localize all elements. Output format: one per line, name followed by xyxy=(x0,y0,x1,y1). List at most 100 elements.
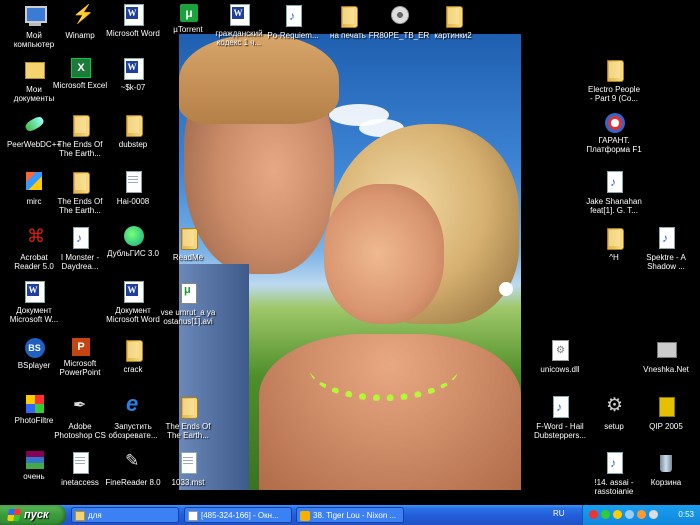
word-icon: W xyxy=(124,281,144,303)
desktop-icon-label: vse umrut_a ya ostanus[1].avi xyxy=(160,308,216,326)
desktop-icon-label: Vneshka.Net xyxy=(643,365,689,374)
note-icon xyxy=(188,511,198,521)
desktop-icon-label: unicows.dll xyxy=(540,365,580,374)
desktop-icon-electro-people[interactable]: Electro People - Part 9 (Co... xyxy=(582,58,646,103)
word-icon: W xyxy=(230,4,250,26)
desktop-icon-korzina[interactable]: Корзина xyxy=(634,451,698,487)
audio-icon xyxy=(549,395,571,419)
trash-icon xyxy=(655,451,677,475)
task-okn-button[interactable]: [485-324-166] - Окн... xyxy=(184,507,292,523)
desktop-icon-label: Electro People - Part 9 (Co... xyxy=(587,85,641,103)
desktop[interactable]: Мой компьютер Мои документы PeerWebDC++ mir… xyxy=(0,0,700,505)
folder-icon xyxy=(177,395,199,419)
audio-icon xyxy=(603,451,625,475)
p2p-icon xyxy=(23,113,45,137)
doc-icon xyxy=(122,170,144,194)
task-label: [485-324-166] - Окн... xyxy=(201,511,279,520)
word-icon: W xyxy=(25,281,45,303)
folder-icon xyxy=(75,511,85,521)
start-label: пуск xyxy=(24,509,49,521)
task-tiger-button[interactable]: 38. Tiger Lou - Nixon ... xyxy=(296,507,404,523)
white-flower xyxy=(499,282,513,296)
desktop-icon-spektre[interactable]: Spektre - A Shadow ... xyxy=(634,226,698,271)
ppt-icon: P xyxy=(72,338,90,356)
folder-icon xyxy=(442,4,464,28)
winamp-tray-icon[interactable] xyxy=(637,510,646,519)
green-necklace xyxy=(309,334,459,401)
folderwin-icon xyxy=(23,58,45,82)
qip-icon xyxy=(655,395,677,419)
task-dlya-button[interactable]: для xyxy=(71,507,179,523)
doc-icon xyxy=(177,451,199,475)
excel-icon: X xyxy=(71,58,91,78)
pc-icon xyxy=(23,4,47,28)
audio-icon xyxy=(69,226,91,250)
desktop-icon-garant[interactable]: ГАРАНТ. Платформа F1 xyxy=(582,113,646,154)
setup-icon xyxy=(603,394,625,419)
desktop-icon-label: Корзина xyxy=(650,478,682,487)
folder-icon xyxy=(337,4,359,28)
qip-tray-icon[interactable] xyxy=(613,510,622,519)
volume-tray-icon[interactable] xyxy=(649,510,658,519)
desktop-icon-dubstep[interactable]: dubstep xyxy=(101,113,165,149)
man-hair xyxy=(179,34,339,124)
antivirus-tray-icon[interactable] xyxy=(589,510,598,519)
folder-icon xyxy=(122,338,144,362)
desktop-icon-kartinki2[interactable]: картинки2 xyxy=(421,4,485,40)
utorrent-tray-icon[interactable] xyxy=(601,510,610,519)
desktop-icon-label: Hai-0008 xyxy=(116,197,150,206)
audio-icon xyxy=(655,226,677,250)
desktop-icon-label: ReadMe xyxy=(172,253,204,262)
desktop-icon-label: The Ends Of The Earth... xyxy=(165,422,211,440)
desktop-icon-label: QIP 2005 xyxy=(649,422,683,431)
folder-icon xyxy=(603,226,625,250)
cd-icon xyxy=(388,4,410,28)
windows-logo-icon xyxy=(7,509,21,521)
task-label: 38. Tiger Lou - Nixon ... xyxy=(313,511,397,520)
network-tray-icon[interactable] xyxy=(625,510,634,519)
desktop-icon-label: ГАРАНТ. Платформа F1 xyxy=(586,136,642,154)
task-label: для xyxy=(88,511,102,520)
word-icon: W xyxy=(124,58,144,80)
desktop-icon-qip2005[interactable]: QIP 2005 xyxy=(634,395,698,431)
folder-icon xyxy=(69,113,91,137)
wallpaper-photo xyxy=(179,34,521,490)
globe-icon xyxy=(123,226,144,246)
utor-icon: μ xyxy=(180,4,198,22)
winamp-icon xyxy=(69,4,94,28)
desktop-icon-vneshka[interactable]: Vneshka.Net xyxy=(634,338,698,374)
folder-icon xyxy=(177,226,199,250)
desktop-icon-crack[interactable]: crack xyxy=(101,338,165,374)
desktop-icon-tilde-k07[interactable]: W ~$k-07 xyxy=(101,58,165,92)
audio-icon xyxy=(282,4,304,28)
desktop-icon-label: Jake Shanahan feat[1]. G. T... xyxy=(586,197,642,215)
net-icon xyxy=(655,338,677,362)
clock: 0:53 xyxy=(678,510,694,519)
desktop-icon-unicows[interactable]: unicows.dll xyxy=(528,338,592,374)
word-icon: W xyxy=(124,4,144,26)
desktop-icon-ends-earth-3[interactable]: The Ends Of The Earth... xyxy=(156,395,220,440)
desktop-icon-vse-umrut[interactable]: vse umrut_a ya ostanus[1].avi xyxy=(156,281,220,326)
folder-icon xyxy=(69,170,91,194)
ie-icon xyxy=(122,391,144,419)
desktop-icon-readme[interactable]: ReadMe xyxy=(156,226,220,262)
desktop-icon-doc-ms-word[interactable]: W Документ Microsoft W... xyxy=(2,281,66,324)
desktop-icon-label: 1033.mst xyxy=(171,478,205,487)
mirc-icon xyxy=(23,170,45,194)
doc-icon xyxy=(69,451,91,475)
bs-icon: BS xyxy=(24,338,45,358)
desktop-icon-label: Spektre - A Shadow ... xyxy=(646,253,686,271)
desktop-icon-label: картинки2 xyxy=(434,31,472,40)
folder-icon xyxy=(603,58,625,82)
desktop-icon-label: crack xyxy=(123,365,143,374)
desktop-icon-label: ~$k-07 xyxy=(120,83,146,92)
desktop-icon-hai-0008[interactable]: Hai-0008 xyxy=(101,170,165,206)
audio-icon xyxy=(603,170,625,194)
ps-icon xyxy=(69,395,91,419)
start-button[interactable]: пуск xyxy=(0,505,66,525)
desktop-icon-jake-shanahan[interactable]: Jake Shanahan feat[1]. G. T... xyxy=(582,170,646,215)
video-icon xyxy=(177,281,199,305)
folder-icon xyxy=(122,113,144,137)
desktop-icon-1033-mst[interactable]: 1033.mst xyxy=(156,451,220,487)
language-indicator[interactable]: RU xyxy=(553,509,565,518)
